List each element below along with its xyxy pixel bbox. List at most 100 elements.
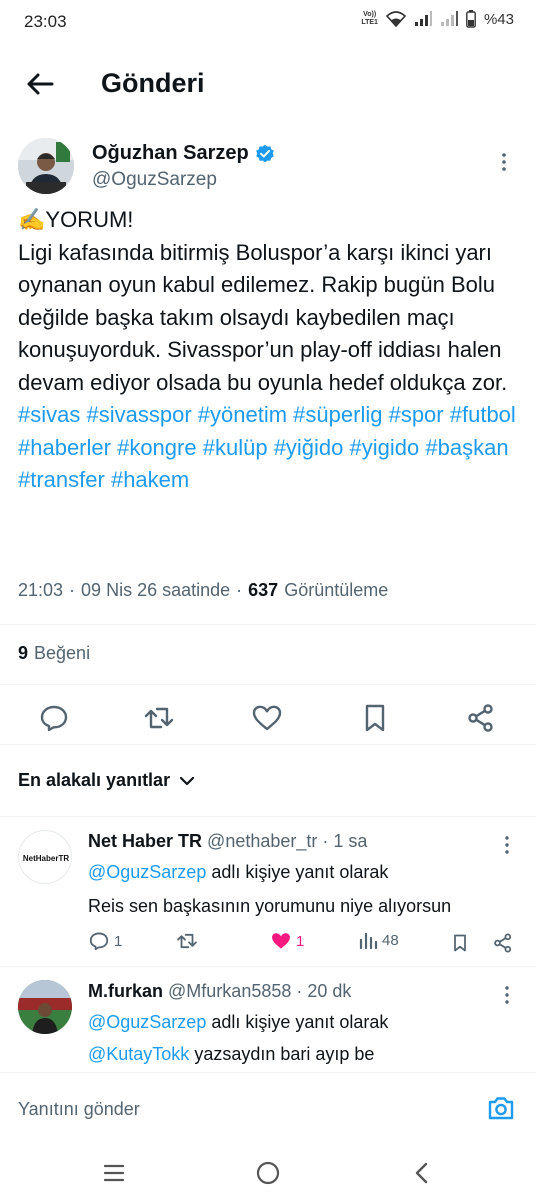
hashtag-link[interactable]: #spor <box>389 402 444 427</box>
home-icon[interactable] <box>254 1159 282 1187</box>
hashtag-link[interactable]: #yönetim <box>198 402 287 427</box>
meta-separator: · <box>69 580 76 600</box>
tweet-body: ✍️YORUM! Ligi kafasında bitirmiş Boluspo… <box>18 207 508 395</box>
views-count: 637 <box>248 580 279 600</box>
reply-like-count: 1 <box>296 932 305 950</box>
status-time: 23:03 <box>24 12 67 31</box>
hashtag-link[interactable]: #futbol <box>450 402 516 427</box>
bookmark-icon[interactable] <box>450 932 470 954</box>
hashtag-link[interactable]: #yigido <box>350 435 420 460</box>
hashtag-link[interactable]: #transfer <box>18 467 105 492</box>
back-arrow-icon[interactable] <box>22 66 58 102</box>
reply-views-count: 48 <box>382 931 399 949</box>
verified-badge-icon <box>255 144 274 162</box>
more-options-icon[interactable] <box>496 834 518 856</box>
reply-text: @KutayTokk yazsaydın bari ayıp be <box>88 1044 374 1065</box>
likes-label: Beğeni <box>34 643 91 663</box>
system-nav-bar <box>0 1146 536 1200</box>
hashtag-link[interactable]: #hakem <box>111 467 189 492</box>
reply-header: M.furkan @Mfurkan5858 · 20 dk <box>88 981 351 1002</box>
reply-to-text: adlı kişiye yanıt olarak <box>211 862 389 882</box>
wifi-icon <box>385 11 406 27</box>
page-title: Gönderi <box>101 68 205 98</box>
reply-body: yazsaydın bari ayıp be <box>194 1044 375 1064</box>
reply-to-line: @OguzSarzep adlı kişiye yanıt olarak <box>88 1012 388 1033</box>
reply-reply-button[interactable]: 1 <box>88 930 122 952</box>
divider <box>0 744 536 745</box>
divider <box>0 684 536 685</box>
reply-author-name[interactable]: Net Haber TR <box>88 831 202 851</box>
author-name[interactable]: Oğuzhan Sarzep <box>92 142 249 165</box>
reply-time: · 1 sa <box>322 831 368 851</box>
reply-author-handle[interactable]: @nethaber_tr <box>207 831 317 851</box>
author-name-row[interactable]: Oğuzhan Sarzep <box>92 142 275 165</box>
status-icons: Vo)) LTE1 %43 <box>361 10 514 28</box>
reply-text: Reis sen başkasının yorumunu niye alıyor… <box>88 896 451 917</box>
tweet-meta: 21:03 · 09 Nis 26 saatinde · 637 Görüntü… <box>18 580 388 601</box>
svg-text:NetHaberTR: NetHaberTR <box>23 854 69 863</box>
reply-author-handle[interactable]: @Mfurkan5858 <box>168 981 291 1001</box>
hashtag-link[interactable]: #haberler <box>18 435 111 460</box>
system-back-icon[interactable] <box>408 1159 436 1187</box>
retweet-icon[interactable] <box>143 702 175 734</box>
heart-filled-icon <box>272 933 290 949</box>
reply-author-name[interactable]: M.furkan <box>88 981 163 1001</box>
share-icon[interactable] <box>465 702 497 734</box>
hashtag-link[interactable]: #başkan <box>425 435 508 460</box>
chevron-down-icon <box>179 776 195 785</box>
hashtag-link[interactable]: #kongre <box>117 435 197 460</box>
signal-icon-2 <box>440 11 458 26</box>
reply-like-button[interactable]: 1 <box>270 930 304 952</box>
hashtag-list: #sivas #sivasspor #yönetim #süperlig #sp… <box>18 402 516 492</box>
status-bar: 23:03 Vo)) LTE1 %43 <box>0 0 536 48</box>
reply-text-mention[interactable]: @KutayTokk <box>88 1044 189 1064</box>
reply-avatar[interactable]: NetHaberTR <box>18 830 72 884</box>
reply-to-mention[interactable]: @OguzSarzep <box>88 1012 206 1032</box>
reply-to-mention[interactable]: @OguzSarzep <box>88 862 206 882</box>
reply-retweet-button[interactable] <box>176 930 198 952</box>
more-options-icon[interactable] <box>496 984 518 1006</box>
divider <box>0 624 536 625</box>
signal-icon <box>414 11 432 26</box>
replies-sort-dropdown[interactable]: En alakalı yanıtlar <box>18 770 196 791</box>
reply-icon[interactable] <box>38 702 70 734</box>
reply-reply-count: 1 <box>114 932 123 950</box>
battery-icon <box>466 10 476 28</box>
hashtag-link[interactable]: #sivasspor <box>86 402 191 427</box>
like-icon[interactable] <box>251 702 283 734</box>
sort-label: En alakalı yanıtlar <box>18 770 171 790</box>
hashtag-link[interactable]: #süperlig <box>293 402 382 427</box>
reply-body: Reis sen başkasının yorumunu niye alıyor… <box>88 896 452 916</box>
reply-to-text: adlı kişiye yanıt olarak <box>211 1012 389 1032</box>
views-icon <box>359 932 378 950</box>
tweet-text: ✍️YORUM! Ligi kafasında bitirmiş Boluspo… <box>18 204 523 497</box>
recent-apps-icon[interactable] <box>100 1159 128 1187</box>
reply-item[interactable]: M.furkan @Mfurkan5858 · 20 dk @OguzSarze… <box>0 966 536 1072</box>
reply-to-line: @OguzSarzep adlı kişiye yanıt olarak <box>88 862 388 883</box>
battery-percent: %43 <box>483 10 514 28</box>
top-bar: Gönderi <box>0 48 536 122</box>
author-avatar[interactable] <box>18 138 74 194</box>
tweet-action-bar <box>0 696 536 740</box>
reply-item[interactable]: NetHaberTR Net Haber TR @nethaber_tr · 1… <box>0 816 536 966</box>
reply-input-placeholder[interactable]: Yanıtını gönder <box>18 1099 140 1120</box>
reply-header: Net Haber TR @nethaber_tr · 1 sa <box>88 831 367 852</box>
author-handle[interactable]: @OguzSarzep <box>92 169 217 191</box>
more-options-icon[interactable] <box>492 150 516 174</box>
tweet-time: 21:03 <box>18 580 64 600</box>
reply-action-bar: 1 1 48 <box>88 930 518 958</box>
camera-icon[interactable] <box>486 1093 516 1123</box>
bookmark-icon[interactable] <box>359 702 391 734</box>
hashtag-link[interactable]: #yiğido <box>274 435 344 460</box>
reply-composer[interactable]: Yanıtını gönder <box>0 1072 536 1146</box>
meta-separator: · <box>236 580 243 600</box>
reply-views-button[interactable]: 48 <box>358 930 399 950</box>
hashtag-link[interactable]: #kulüp <box>203 435 268 460</box>
likes-summary[interactable]: 9 Beğeni <box>18 643 90 664</box>
hashtag-link[interactable]: #sivas <box>18 402 80 427</box>
share-icon[interactable] <box>492 932 514 954</box>
reply-avatar[interactable] <box>18 980 72 1034</box>
reply-time: · 20 dk <box>296 981 352 1001</box>
tweet-author: Oğuzhan Sarzep @OguzSarzep <box>18 138 518 198</box>
views-label: Görüntüleme <box>284 580 389 600</box>
